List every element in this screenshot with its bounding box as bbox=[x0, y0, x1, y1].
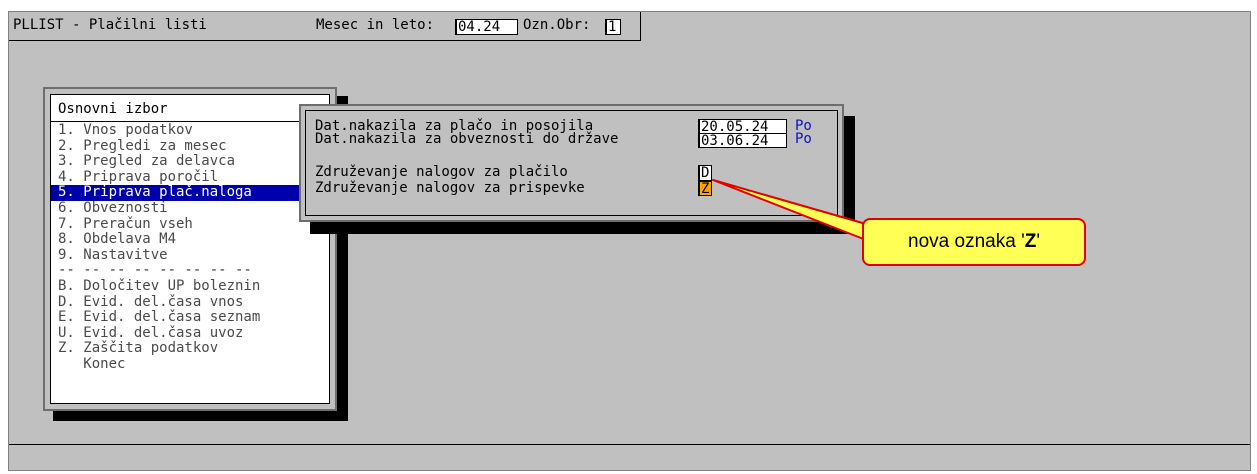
header-divider bbox=[9, 40, 641, 41]
menu-header: Osnovni izbor bbox=[51, 95, 329, 122]
payment-dialog: Dat.nakazila za plačo in posojila 20.05.… bbox=[299, 104, 844, 222]
menu-title: Osnovni izbor bbox=[58, 101, 168, 117]
period-label: Mesec in leto: bbox=[316, 17, 435, 33]
callout-suffix: ' bbox=[1036, 231, 1040, 252]
menu-item[interactable]: D. Evid. del.časa vnos bbox=[51, 294, 329, 311]
app-title: PLLIST - Plačilni listi bbox=[13, 17, 207, 33]
menu-item[interactable]: Konec bbox=[51, 356, 329, 373]
menu-item[interactable]: 3. Pregled za delavca bbox=[51, 154, 329, 170]
menu-item[interactable]: 6. Obveznosti bbox=[51, 200, 329, 217]
period-field[interactable]: 04.24 bbox=[455, 19, 518, 35]
merge-payment-field[interactable]: D bbox=[698, 165, 712, 181]
state-date-field[interactable]: 03.06.24 bbox=[698, 133, 787, 148]
payment-dialog-panel: Dat.nakazila za plačo in posojila 20.05.… bbox=[305, 110, 838, 216]
state-date-label: Dat.nakazila za obveznosti do države bbox=[315, 131, 619, 147]
main-menu-panel: Osnovni izbor 1. Vnos podatkov 2. Pregled… bbox=[50, 94, 330, 404]
header-bar: PLLIST - Plačilni listi Mesec in leto: 0… bbox=[9, 12, 641, 41]
state-date-day: Po bbox=[795, 131, 812, 147]
menu-item[interactable]: 8. Obdelava M4 bbox=[51, 232, 329, 248]
menu-item[interactable]: U. Evid. del.časa uvoz bbox=[51, 325, 329, 342]
menu-item[interactable]: 7. Preračun vseh bbox=[51, 216, 329, 233]
callout-note: nova oznaka ' Z ' bbox=[862, 218, 1086, 266]
menu-separator: -- -- -- -- -- -- -- -- bbox=[58, 262, 252, 279]
menu-item[interactable]: 2. Pregledi za mesec bbox=[51, 138, 329, 155]
ozn-field[interactable]: 1 bbox=[605, 19, 621, 35]
main-menu-window: Osnovni izbor 1. Vnos podatkov 2. Pregled… bbox=[43, 87, 337, 411]
menu-item[interactable]: E. Evid. del.časa seznam bbox=[51, 310, 329, 326]
merge-contrib-field[interactable]: Z bbox=[698, 181, 712, 196]
menu-item[interactable]: 1. Vnos podatkov bbox=[51, 122, 329, 139]
status-divider bbox=[9, 444, 1250, 445]
ozn-label: Ozn.Obr: bbox=[523, 17, 591, 33]
menu-item[interactable]: 9. Nastavitve bbox=[51, 247, 329, 264]
menu-item[interactable]: Z. Zaščita podatkov bbox=[51, 341, 329, 357]
menu-item[interactable]: 5. Priprava plač.naloga bbox=[51, 185, 329, 201]
menu-list: 1. Vnos podatkov 2. Pregledi za mesec 3. P… bbox=[51, 122, 329, 373]
callout-prefix: nova oznaka ' bbox=[908, 231, 1025, 252]
callout-highlight: Z bbox=[1024, 231, 1037, 252]
merge-payment-label: Združevanje nalogov za plačilo bbox=[315, 164, 568, 180]
header-divider-right bbox=[640, 12, 641, 41]
menu-item[interactable]: B. Določitev UP boleznin bbox=[51, 278, 329, 295]
menu-item[interactable]: 4. Priprava poročil bbox=[51, 169, 329, 186]
merge-contrib-label: Združevanje nalogov za prispevke bbox=[315, 180, 585, 196]
